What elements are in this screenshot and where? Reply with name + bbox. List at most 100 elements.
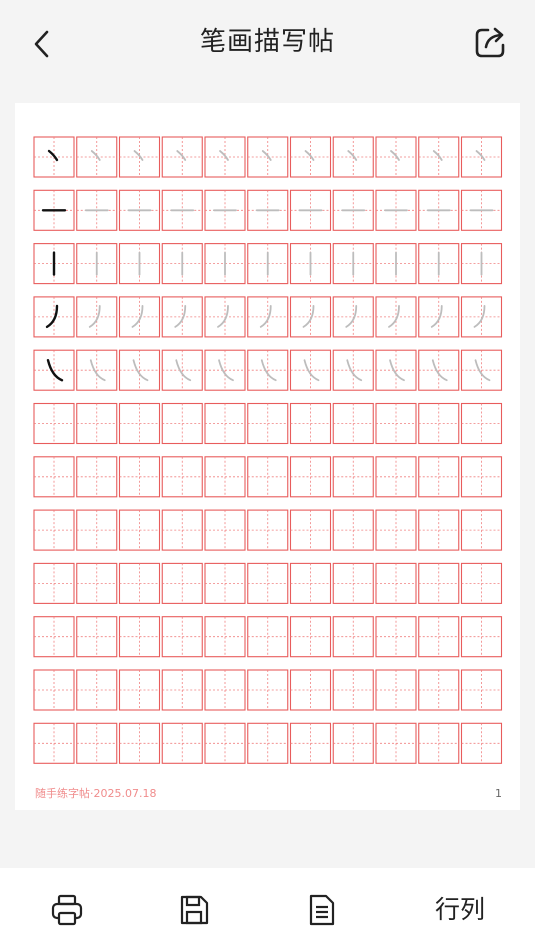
grid-cell	[460, 243, 503, 285]
share-icon	[475, 27, 505, 58]
grid-cell	[204, 616, 246, 658]
grid-cell	[118, 722, 161, 764]
grid-cell	[247, 562, 289, 604]
grid-cell	[418, 136, 460, 178]
grid-cell	[247, 669, 289, 711]
grid-cell	[161, 669, 203, 711]
grid-cell	[418, 562, 460, 604]
grid-cell	[247, 402, 289, 445]
grid-cell	[161, 402, 203, 445]
grid-cell	[289, 456, 332, 498]
grid-cell	[161, 509, 203, 551]
grid-cell	[161, 562, 203, 604]
stroke-pie	[174, 305, 187, 328]
printer-icon	[51, 894, 83, 926]
stroke-dian	[90, 150, 101, 161]
grid-cell	[247, 136, 289, 178]
grid-cell	[204, 349, 246, 391]
grid-cell	[460, 509, 503, 551]
grid-cell	[33, 722, 75, 764]
grid-cell	[332, 562, 374, 604]
grid-cell	[118, 669, 161, 711]
grid-cell	[118, 189, 161, 231]
grid-cell	[76, 509, 118, 551]
grid-cell	[375, 189, 417, 231]
grid-cell	[375, 616, 417, 658]
grid-cell	[76, 669, 118, 711]
stroke-dian	[176, 150, 187, 161]
grid-cell	[118, 509, 161, 551]
grid-cell	[204, 243, 246, 285]
grid-cell	[161, 456, 203, 498]
grid-cell	[375, 722, 417, 764]
top-app-bar: 笔画描写帖	[0, 0, 535, 84]
grid-cell	[76, 562, 118, 604]
grid-cell	[332, 509, 374, 551]
grid-cell	[204, 562, 246, 604]
grid-cell	[460, 669, 503, 711]
stroke-dian	[133, 150, 144, 161]
grid-cell	[33, 189, 75, 231]
grid-cell	[118, 616, 161, 658]
grid-cell	[332, 349, 374, 391]
grid-cell	[418, 296, 460, 338]
grid-cell	[118, 456, 161, 498]
floppy-disk-icon	[180, 895, 209, 925]
grid-cell	[375, 136, 417, 178]
stroke-dian	[261, 150, 272, 161]
grid-cell	[247, 189, 289, 231]
stroke-pie	[131, 305, 144, 328]
grid-cell	[33, 456, 75, 498]
stroke-pie	[259, 305, 272, 328]
grid-cell	[289, 243, 332, 285]
grid-cell	[204, 189, 246, 231]
grid-cell	[161, 349, 203, 391]
grid-cell	[76, 456, 118, 498]
stroke-pie	[345, 305, 358, 328]
grid-cell	[204, 136, 246, 178]
grid-cell	[76, 296, 118, 338]
grid-cell	[332, 189, 374, 231]
grid-cell	[418, 349, 460, 391]
grid-cell	[161, 243, 203, 285]
save-button[interactable]	[172, 888, 216, 932]
stroke-pie	[88, 305, 101, 328]
grid-cell	[460, 456, 503, 498]
grid-cell	[247, 296, 289, 338]
grid-cell	[247, 349, 289, 391]
grid-cell	[289, 189, 332, 231]
grid-cell	[76, 136, 118, 178]
grid-cell	[33, 296, 75, 338]
grid-cell	[247, 243, 289, 285]
grid-cell	[289, 616, 332, 658]
stroke-pie	[430, 305, 443, 328]
grid-cell	[418, 509, 460, 551]
grid-cell	[204, 722, 246, 764]
page-title: 笔画描写帖	[199, 27, 335, 57]
grid-cell	[375, 669, 417, 711]
grid-cell	[332, 136, 374, 178]
grid-cell	[460, 136, 503, 178]
grid-cell	[76, 722, 118, 764]
grid-cell	[289, 136, 332, 178]
rows-columns-button[interactable]: 行列	[428, 888, 492, 932]
print-button[interactable]	[45, 888, 89, 932]
grid-cell	[289, 722, 332, 764]
grid-cell	[375, 509, 417, 551]
document-button[interactable]	[300, 888, 344, 932]
grid-cell	[375, 402, 417, 445]
grid-cell	[204, 402, 246, 445]
grid-cell	[118, 136, 161, 178]
grid-cell	[33, 349, 75, 391]
grid-cell	[76, 616, 118, 658]
grid-cell	[332, 243, 374, 285]
grid-cell	[161, 296, 203, 338]
grid-cell	[161, 722, 203, 764]
grid-cell	[375, 349, 417, 391]
stroke-pie	[302, 305, 315, 328]
grid-cell	[375, 243, 417, 285]
stroke-pie	[45, 304, 59, 329]
share-button[interactable]	[468, 20, 512, 64]
grid-cell	[247, 456, 289, 498]
grid-cell	[118, 243, 161, 285]
